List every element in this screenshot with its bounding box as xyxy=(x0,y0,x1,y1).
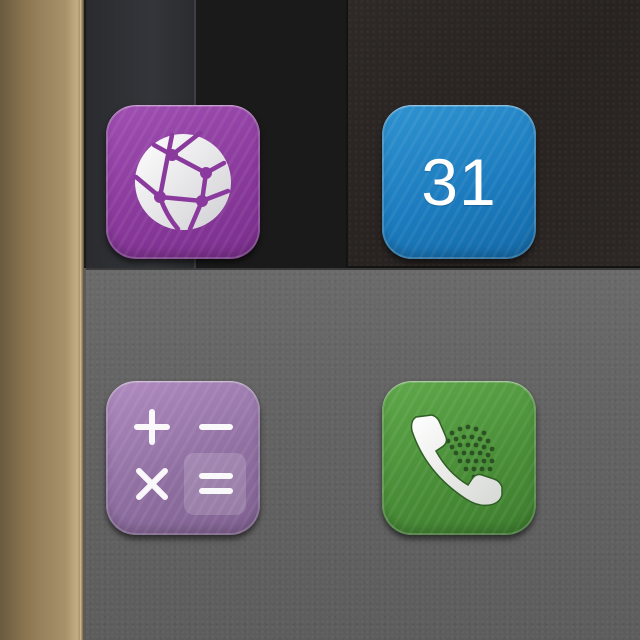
calculator-icon xyxy=(106,381,260,535)
globe-network-icon xyxy=(106,105,260,259)
calendar-day-number: 31 xyxy=(421,145,497,219)
phone-handset-icon xyxy=(382,381,536,535)
home-screen: 31 xyxy=(0,0,640,640)
calendar-app-icon[interactable]: 31 xyxy=(382,105,536,259)
gold-side-panel xyxy=(0,0,84,640)
browser-app-icon[interactable] xyxy=(106,105,260,259)
calculator-app-icon[interactable] xyxy=(106,381,260,535)
phone-app-icon[interactable] xyxy=(382,381,536,535)
